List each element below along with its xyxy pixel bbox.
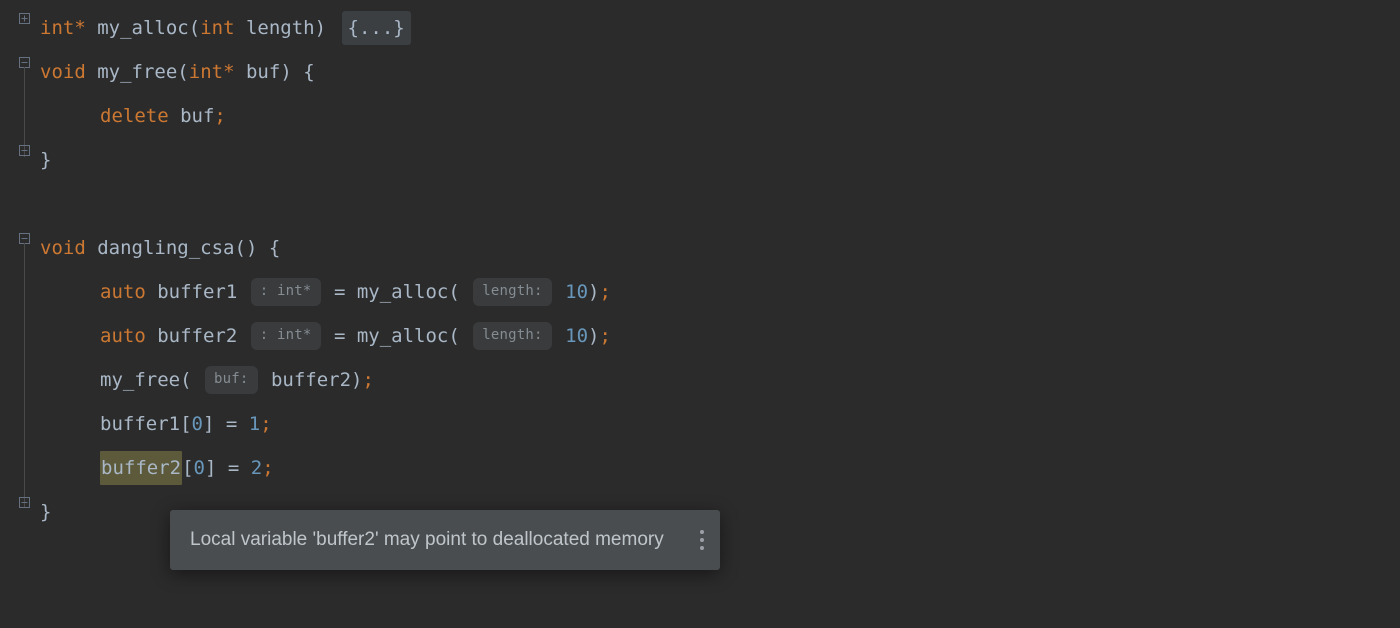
code-line[interactable]: }	[36, 138, 1400, 182]
function-call: my_free	[100, 363, 180, 397]
function-name: my_alloc	[97, 11, 189, 45]
code-line[interactable]: auto buffer1 : int* = my_alloc( length: …	[36, 270, 1400, 314]
keyword: auto	[100, 275, 146, 309]
editor-gutter	[0, 0, 36, 628]
fold-end-icon[interactable]	[18, 144, 31, 157]
brace: {	[303, 55, 314, 89]
fold-end-icon[interactable]	[18, 496, 31, 509]
function-call: my_alloc	[357, 319, 449, 353]
paren: )	[588, 319, 599, 353]
number-literal: 0	[194, 451, 205, 485]
inlay-hint-type[interactable]: : int*	[251, 322, 321, 350]
paren: )	[315, 11, 326, 45]
code-line[interactable]: auto buffer2 : int* = my_alloc( length: …	[36, 314, 1400, 358]
code-editor[interactable]: int* my_alloc(int length) {...} void my_…	[36, 0, 1400, 534]
paren: )	[351, 363, 362, 397]
tooltip-message: Local variable 'buffer2' may point to de…	[190, 523, 664, 557]
paren: (	[177, 55, 188, 89]
bracket: [	[180, 407, 191, 441]
keyword: int	[189, 55, 223, 89]
bracket: ]	[205, 451, 216, 485]
keyword: int	[40, 11, 74, 45]
keyword: void	[40, 231, 86, 265]
paren: (	[180, 363, 191, 397]
pointer-star: *	[74, 11, 85, 45]
code-line[interactable]: my_free( buf: buffer2);	[36, 358, 1400, 402]
inlay-hint-param[interactable]: length:	[473, 278, 551, 306]
fold-line	[24, 243, 25, 508]
semicolon: ;	[260, 407, 271, 441]
semicolon: ;	[214, 99, 225, 133]
code-line[interactable]: void dangling_csa() {	[36, 226, 1400, 270]
number-literal: 1	[249, 407, 260, 441]
brace: {	[269, 231, 280, 265]
folded-code-region[interactable]: {...}	[342, 11, 411, 45]
bracket: ]	[203, 407, 214, 441]
code-line-blank[interactable]	[36, 182, 1400, 226]
paren: (	[448, 275, 459, 309]
fold-expand-icon[interactable]	[18, 12, 31, 25]
function-name: my_free	[97, 55, 177, 89]
number-literal: 0	[192, 407, 203, 441]
function-call: my_alloc	[357, 275, 449, 309]
inspection-tooltip[interactable]: Local variable 'buffer2' may point to de…	[170, 510, 720, 570]
number-literal: 10	[565, 319, 588, 353]
param-name: length	[246, 11, 315, 45]
parens: ()	[235, 231, 258, 265]
semicolon: ;	[599, 275, 610, 309]
number-literal: 2	[251, 451, 262, 485]
inlay-hint-param[interactable]: buf:	[205, 366, 258, 394]
identifier: buf	[180, 99, 214, 133]
paren: )	[588, 275, 599, 309]
function-name: dangling_csa	[97, 231, 234, 265]
inlay-hint-param[interactable]: length:	[473, 322, 551, 350]
code-line[interactable]: buffer2[0] = 2;	[36, 446, 1400, 490]
operator: =	[323, 275, 357, 309]
paren: (	[189, 11, 200, 45]
identifier: buffer1	[100, 407, 180, 441]
operator: =	[323, 319, 357, 353]
keyword: void	[40, 55, 86, 89]
param-name: buf	[246, 55, 280, 89]
paren: )	[280, 55, 291, 89]
keyword: delete	[100, 99, 169, 133]
code-line[interactable]: void my_free(int* buf) {	[36, 50, 1400, 94]
warning-highlight[interactable]: buffer2	[100, 451, 182, 485]
code-line[interactable]: delete buf;	[36, 94, 1400, 138]
identifier: buffer2	[271, 363, 351, 397]
semicolon: ;	[599, 319, 610, 353]
keyword: auto	[100, 319, 146, 353]
semicolon: ;	[362, 363, 373, 397]
semicolon: ;	[262, 451, 273, 485]
code-line[interactable]: buffer1[0] = 1;	[36, 402, 1400, 446]
inlay-hint-type[interactable]: : int*	[251, 278, 321, 306]
keyword: int	[200, 11, 234, 45]
brace: }	[40, 143, 51, 177]
more-actions-icon[interactable]	[700, 530, 704, 550]
identifier: buffer2	[157, 319, 237, 353]
code-line[interactable]: int* my_alloc(int length) {...}	[36, 6, 1400, 50]
pointer-star: *	[223, 55, 234, 89]
operator: =	[216, 451, 250, 485]
brace: }	[40, 495, 51, 529]
identifier: buffer1	[157, 275, 237, 309]
paren: (	[448, 319, 459, 353]
bracket: [	[182, 451, 193, 485]
number-literal: 10	[565, 275, 588, 309]
operator: =	[214, 407, 248, 441]
